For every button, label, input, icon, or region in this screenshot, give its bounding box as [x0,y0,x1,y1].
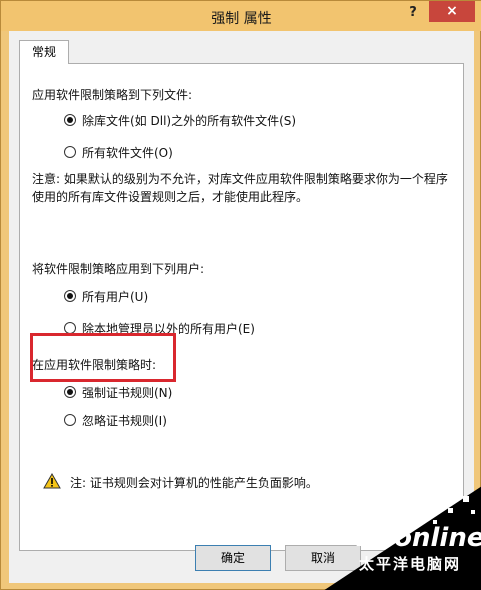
ok-button[interactable]: 确定 [195,545,271,571]
help-button[interactable]: ? [403,5,423,25]
note-line-1: 注意: 如果默认的级别为不允许，对库文件应用软件限制策略要求你为一个程序 [32,172,448,186]
section-files-heading: 应用软件限制策略到下列文件: [32,88,193,102]
radio-all-software-files-label[interactable]: 所有软件文件(O) [82,144,173,161]
section-users-heading: 将软件限制策略应用到下列用户: [32,262,205,276]
radio-exclude-libraries[interactable] [64,114,76,126]
note-line-2: 使用的所有库文件设置规则之后，才能使用此程序。 [32,190,309,204]
radio-exclude-libraries-label[interactable]: 除库文件(如 Dll)之外的所有软件文件(S) [82,112,296,129]
close-button[interactable]: × [429,1,475,22]
radio-all-users-label[interactable]: 所有用户(U) [82,288,148,305]
radio-ignore-certificate-rules-label[interactable]: 忽略证书规则(I) [82,412,167,429]
radio-ignore-certificate-rules[interactable] [64,414,76,426]
radio-all-software-files[interactable] [64,146,76,158]
highlight-box [30,333,176,382]
warning-text: 注: 证书规则会对计算机的性能产生负面影响。 [70,476,318,490]
tab-general[interactable]: 常规 [19,40,69,64]
properties-dialog: 强制 属性 ? × 常规 应用软件限制策略到下列文件: 除库文件(如 Dll)之… [0,0,481,590]
watermark-subtitle: 太平洋电脑网 [359,555,462,573]
tab-panel: 应用软件限制策略到下列文件: 除库文件(如 Dll)之外的所有软件文件(S) 所… [19,63,464,551]
radio-all-users[interactable] [64,290,76,302]
warning-icon [43,473,61,489]
watermark-brand: PConline [356,523,481,553]
radio-enforce-certificate-rules[interactable] [64,386,76,398]
title-bar[interactable]: 强制 属性 ? × [1,1,481,31]
radio-enforce-certificate-rules-label[interactable]: 强制证书规则(N) [82,384,172,401]
